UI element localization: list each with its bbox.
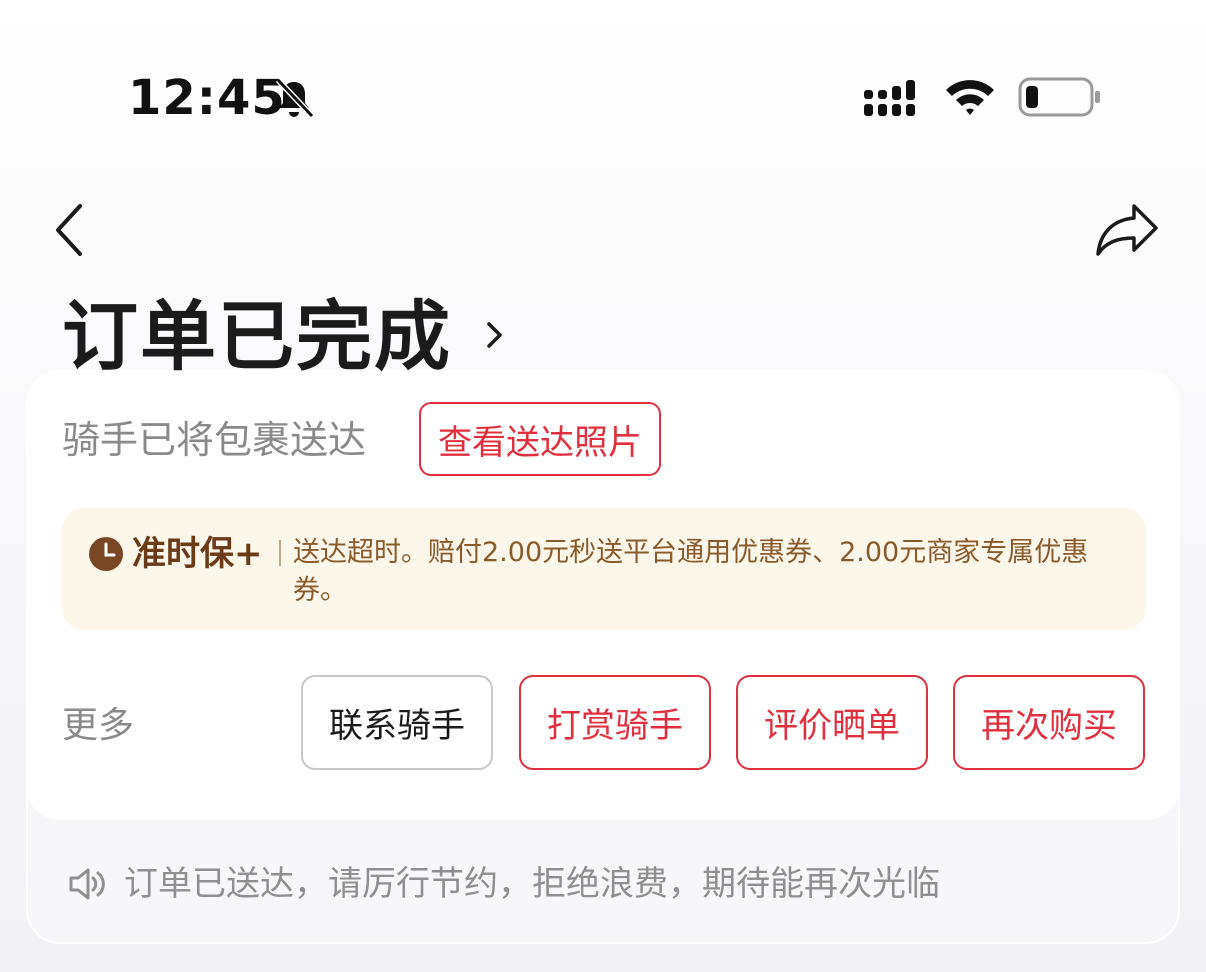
signal-icon xyxy=(864,80,915,116)
status-time: 12:45 xyxy=(128,70,286,126)
bell-muted-icon xyxy=(275,77,315,119)
notice-label: 准时保+ xyxy=(132,534,263,574)
review-button[interactable]: 评价晒单 xyxy=(736,675,928,770)
contact-rider-button[interactable]: 联系骑手 xyxy=(301,675,493,770)
wifi-icon xyxy=(946,80,994,115)
clock-icon xyxy=(89,537,123,571)
delivery-status-text: 骑手已将包裹送达 xyxy=(62,418,367,462)
more-button[interactable]: 更多 xyxy=(62,702,134,750)
notice-text: 送达超时。赔付2.00元秒送平台通用优惠券、2.00元商家专属优惠券。 xyxy=(293,537,1089,606)
chevron-right-icon[interactable] xyxy=(484,318,506,352)
buy-again-button[interactable]: 再次购买 xyxy=(953,675,1145,770)
battery-icon xyxy=(1018,77,1100,117)
share-icon[interactable] xyxy=(1094,200,1160,258)
view-delivery-photo-button[interactable]: 查看送达照片 xyxy=(419,402,661,476)
back-chevron-icon[interactable] xyxy=(50,202,90,258)
footer-message: 订单已送达，请厉行节约，拒绝浪费，期待能再次光临 xyxy=(124,864,940,904)
tip-rider-button[interactable]: 打赏骑手 xyxy=(519,675,711,770)
notice-divider xyxy=(279,540,281,566)
page-title[interactable]: 订单已完成 xyxy=(62,292,452,382)
speaker-icon xyxy=(69,868,105,900)
